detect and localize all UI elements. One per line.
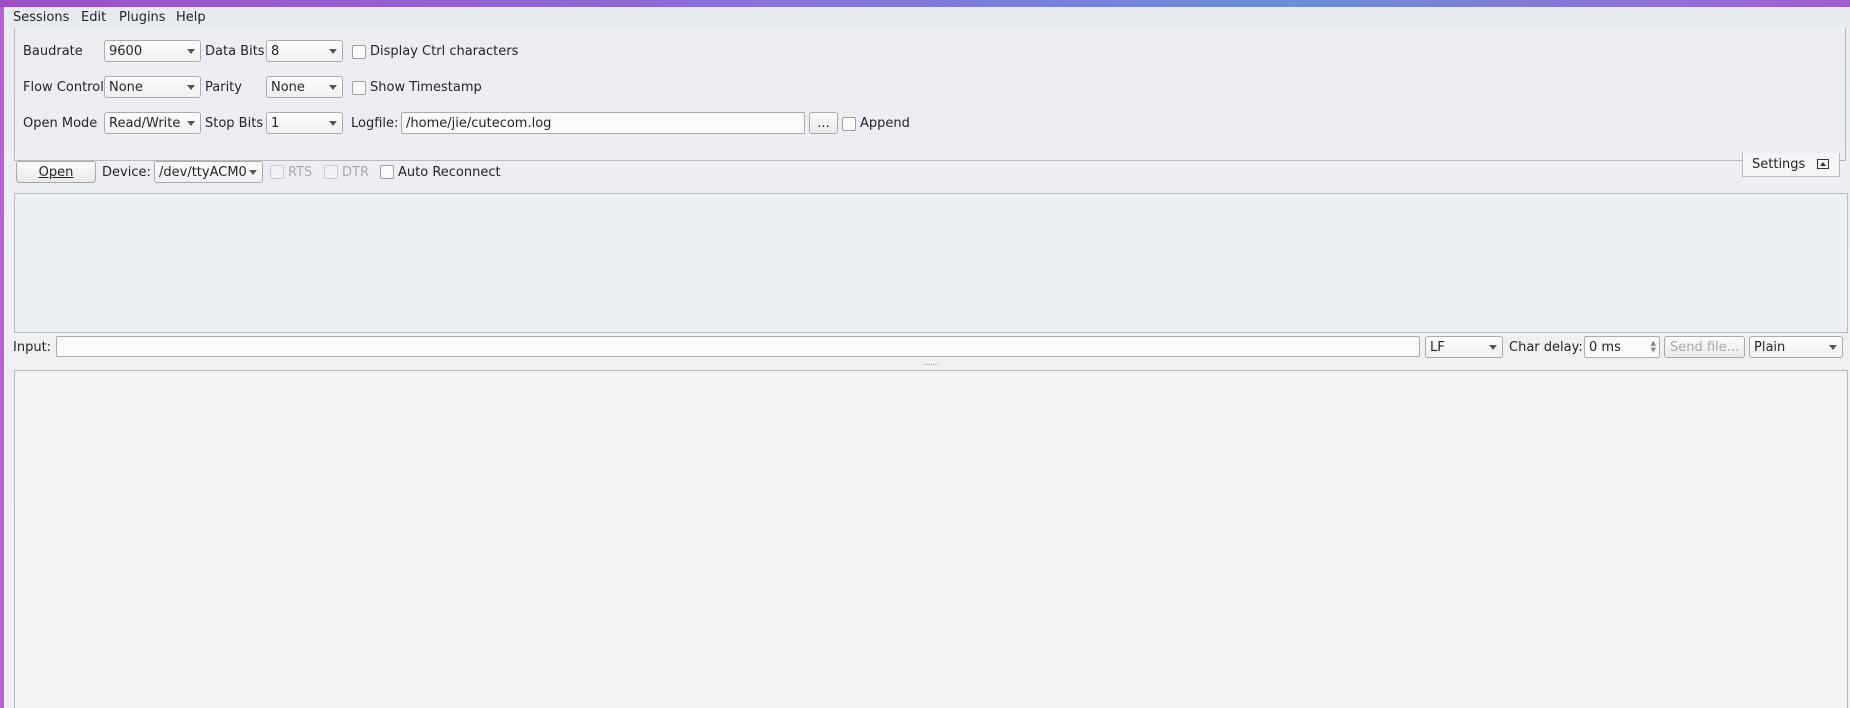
output-pane[interactable] — [14, 193, 1848, 333]
open-mode-value: Read/Write — [109, 116, 181, 131]
cutecom-window: Sessions Edit Plugins Help Baudrate 9600… — [4, 7, 1850, 708]
display-ctrl-checkbox[interactable] — [352, 45, 366, 59]
format-value: Plain — [1754, 340, 1786, 355]
menu-help[interactable]: Help — [176, 10, 206, 25]
show-timestamp-checkbox[interactable] — [352, 81, 366, 95]
dtr-checkbox[interactable] — [324, 165, 338, 179]
stopbits-label: Stop Bits — [205, 116, 264, 131]
flow-control-value: None — [109, 80, 143, 95]
flow-control-select[interactable]: None — [104, 76, 201, 98]
settings-tab-label: Settings — [1752, 157, 1806, 172]
menu-edit[interactable]: Edit — [81, 10, 106, 25]
auto-reconnect-label: Auto Reconnect — [398, 165, 501, 180]
append-checkbox[interactable] — [842, 117, 856, 131]
device-select[interactable]: /dev/ttyACM0 — [154, 161, 263, 183]
splitter-handle[interactable] — [924, 364, 938, 365]
logfile-browse-button[interactable]: ... — [809, 112, 838, 134]
chevron-down-icon — [329, 121, 337, 126]
open-button[interactable]: Open — [16, 161, 96, 183]
baudrate-label: Baudrate — [23, 44, 83, 59]
rts-checkbox[interactable] — [270, 165, 284, 179]
flow-control-label: Flow Control — [23, 80, 104, 95]
logfile-label: Logfile: — [351, 116, 399, 131]
chevron-down-icon — [329, 85, 337, 90]
chevron-down-icon — [187, 121, 195, 126]
chevron-down-icon — [1489, 345, 1497, 350]
dtr-label: DTR — [342, 165, 369, 180]
stopbits-value: 1 — [271, 116, 280, 131]
chevron-down-icon — [249, 170, 257, 175]
menu-plugins[interactable]: Plugins — [119, 10, 166, 25]
chevron-down-icon — [329, 49, 337, 54]
stopbits-select[interactable]: 1 — [266, 112, 343, 134]
device-label: Device: — [102, 165, 151, 180]
databits-value: 8 — [271, 44, 280, 59]
settings-toggle-tab[interactable]: Settings — [1742, 153, 1840, 177]
auto-reconnect-checkbox[interactable] — [380, 165, 394, 179]
chevron-down-icon — [187, 85, 195, 90]
terminal-pane[interactable] — [14, 370, 1848, 708]
char-delay-value: 0 ms — [1589, 340, 1621, 355]
rts-label: RTS — [288, 165, 313, 180]
open-mode-label: Open Mode — [23, 116, 98, 131]
logfile-input[interactable]: /home/jie/cutecom.log — [401, 112, 805, 134]
window-top-border — [0, 0, 1850, 7]
device-value: /dev/ttyACM0 — [159, 165, 247, 180]
input-label: Input: — [13, 340, 52, 355]
menu-bar: Sessions Edit Plugins Help — [4, 7, 1850, 29]
parity-label: Parity — [205, 80, 242, 95]
open-mode-select[interactable]: Read/Write — [104, 112, 201, 134]
input-field[interactable] — [56, 336, 1420, 357]
parity-select[interactable]: None — [266, 76, 343, 98]
menu-sessions[interactable]: Sessions — [13, 10, 69, 25]
chevron-down-icon — [1829, 345, 1837, 350]
line-ending-value: LF — [1430, 340, 1445, 355]
spin-arrows-icon[interactable]: ▲ ▼ — [1651, 340, 1656, 354]
parity-value: None — [271, 80, 305, 95]
databits-select[interactable]: 8 — [266, 40, 343, 62]
append-label: Append — [860, 116, 910, 131]
baudrate-select[interactable]: 9600 — [104, 40, 201, 62]
char-delay-label: Char delay: — [1509, 340, 1583, 355]
baudrate-value: 9600 — [109, 44, 143, 59]
open-button-label: Open — [38, 165, 74, 180]
display-ctrl-label: Display Ctrl characters — [370, 44, 519, 59]
char-delay-spinbox[interactable]: 0 ms ▲ ▼ — [1584, 336, 1660, 358]
chevron-down-icon — [187, 49, 195, 54]
line-ending-select[interactable]: LF — [1425, 336, 1503, 358]
show-timestamp-label: Show Timestamp — [370, 80, 482, 95]
send-file-button[interactable]: Send file... — [1664, 336, 1745, 358]
format-select[interactable]: Plain — [1749, 336, 1843, 358]
panel-toggle-icon — [1817, 159, 1829, 169]
databits-label: Data Bits — [205, 44, 265, 59]
